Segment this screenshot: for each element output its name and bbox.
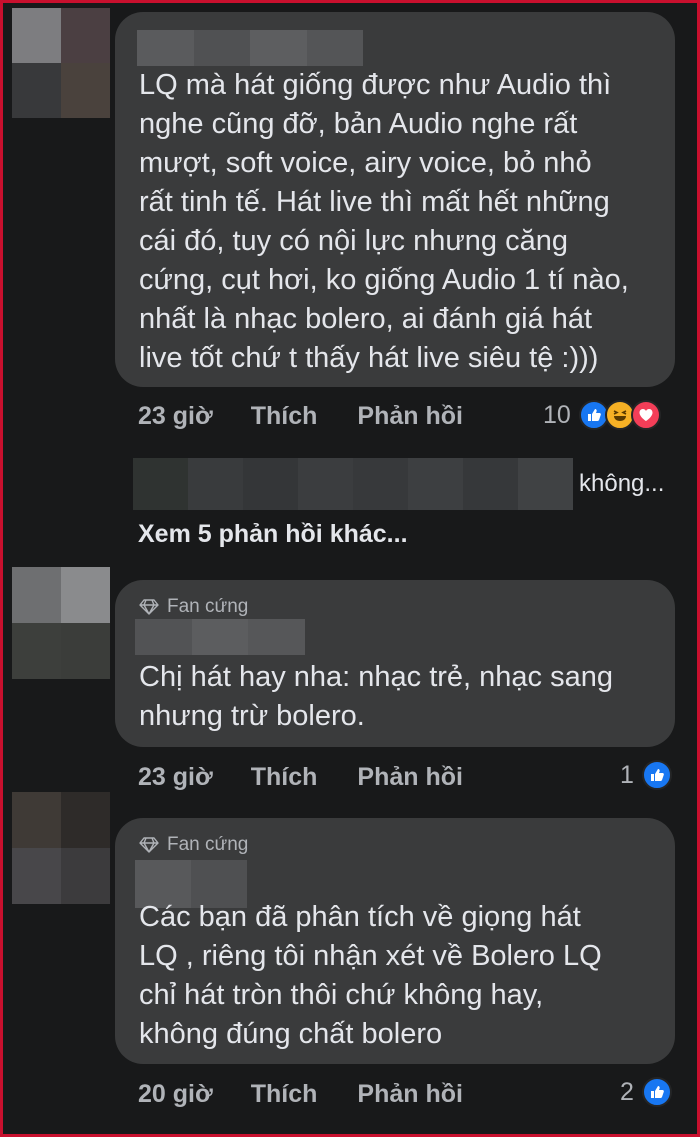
comment-time[interactable]: 23 giờ bbox=[138, 763, 213, 792]
like-button[interactable]: Thích bbox=[251, 1080, 318, 1109]
reaction-summary[interactable]: 2 bbox=[620, 1077, 672, 1107]
comment-bubble: LQ mà hát giống được như Audio thì nghe … bbox=[115, 12, 675, 387]
diamond-icon bbox=[139, 599, 159, 615]
reply-button[interactable]: Phản hồi bbox=[357, 763, 463, 792]
reply-button[interactable]: Phản hồi bbox=[357, 402, 463, 431]
blurred-author-name[interactable] bbox=[135, 619, 306, 655]
top-fan-badge: Fan cứng bbox=[139, 834, 248, 856]
comment-text: Các bạn đã phân tích về giọng hát LQ , r… bbox=[139, 901, 602, 1050]
more-replies-link[interactable]: Xem 5 phản hồi khác... bbox=[138, 520, 408, 549]
badge-label: Fan cứng bbox=[167, 596, 249, 617]
comment-time[interactable]: 20 giờ bbox=[138, 1080, 213, 1109]
love-icon bbox=[630, 400, 661, 430]
avatar[interactable] bbox=[12, 792, 110, 904]
comment-actions: 23 giờ Thích Phản hồi bbox=[138, 763, 463, 792]
comment-bubble: Fan cứng Chị hát hay nha: nhạc trẻ, nhạc… bbox=[115, 580, 675, 747]
blurred-author-name[interactable] bbox=[137, 30, 363, 66]
like-icon bbox=[641, 760, 672, 790]
comment-text: Chị hát hay nha: nhạc trẻ, nhạc sang như… bbox=[139, 661, 613, 732]
comment-bubble: Fan cứng Các bạn đã phân tích về giọng h… bbox=[115, 818, 675, 1064]
like-icon bbox=[641, 1077, 672, 1107]
reaction-summary[interactable]: 1 bbox=[620, 760, 672, 790]
blurred-reply-preview bbox=[133, 458, 573, 510]
badge-label: Fan cứng bbox=[167, 834, 249, 855]
reaction-count: 10 bbox=[543, 400, 571, 429]
reaction-count: 1 bbox=[620, 760, 634, 789]
comment-time[interactable]: 23 giờ bbox=[138, 402, 213, 431]
reply-preview-tail: không... bbox=[579, 470, 665, 497]
like-button[interactable]: Thích bbox=[251, 402, 318, 431]
avatar[interactable] bbox=[12, 8, 110, 118]
like-button[interactable]: Thích bbox=[251, 763, 318, 792]
comment-actions: 20 giờ Thích Phản hồi bbox=[138, 1080, 463, 1109]
top-fan-badge: Fan cứng bbox=[139, 596, 248, 618]
diamond-icon bbox=[139, 837, 159, 853]
comment-text: LQ mà hát giống được như Audio thì nghe … bbox=[139, 69, 629, 374]
avatar[interactable] bbox=[12, 567, 110, 679]
reaction-summary[interactable]: 10 bbox=[543, 400, 661, 430]
reaction-count: 2 bbox=[620, 1077, 634, 1106]
reply-preview[interactable]: không... bbox=[133, 458, 664, 510]
comment-actions: 23 giờ Thích Phản hồi bbox=[138, 402, 463, 431]
reply-button[interactable]: Phản hồi bbox=[357, 1080, 463, 1109]
